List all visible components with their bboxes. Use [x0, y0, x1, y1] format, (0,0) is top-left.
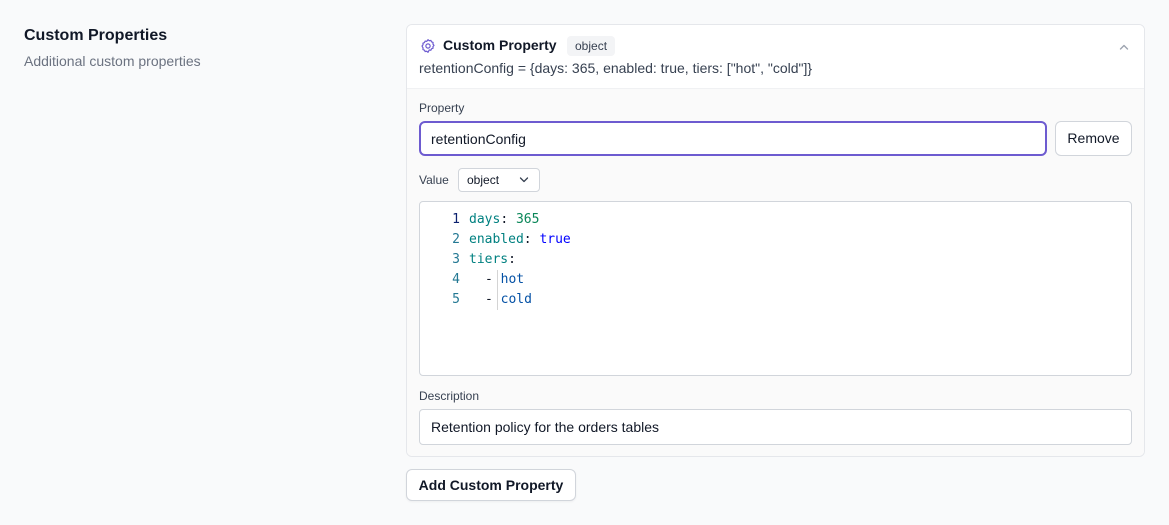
chevron-up-icon[interactable]: [1118, 41, 1130, 53]
description-input[interactable]: [419, 409, 1132, 445]
code-line: 2 enabled: true: [420, 230, 1131, 250]
code-line: 3 tiers:: [420, 250, 1131, 270]
line-number: 3: [452, 252, 460, 267]
line-number: 5: [452, 292, 460, 307]
value-type-select[interactable]: object: [458, 168, 540, 192]
code-separator: :: [523, 232, 540, 247]
value-code-editor[interactable]: 1 days: 365 2 enabled: true 3 tiers: 4 -…: [419, 201, 1132, 376]
section-subtitle: Additional custom properties: [24, 53, 201, 69]
code-line: 4 - hot: [420, 270, 1131, 290]
value-type-selected: object: [467, 173, 500, 187]
code-content: - cold: [485, 290, 532, 310]
code-key: enabled: [469, 232, 524, 247]
custom-property-card: Custom Property object retentionConfig =…: [406, 24, 1145, 457]
code-value: true: [539, 232, 571, 247]
line-number: 4: [452, 272, 460, 287]
code-key: days: [469, 212, 501, 227]
property-summary: retentionConfig = {days: 365, enabled: t…: [419, 60, 813, 76]
value-label: Value: [419, 173, 449, 187]
card-header[interactable]: Custom Property object retentionConfig =…: [407, 25, 1144, 89]
line-number: 1: [452, 212, 460, 227]
property-name-input[interactable]: [419, 121, 1047, 156]
add-custom-property-button[interactable]: Add Custom Property: [406, 469, 576, 501]
code-value: cold: [500, 292, 532, 307]
code-content: enabled: true: [469, 230, 571, 250]
code-content: - hot: [485, 270, 524, 290]
code-separator: :: [508, 252, 516, 267]
code-dash: -: [485, 272, 501, 287]
chevron-down-icon: [519, 177, 529, 183]
code-value: 365: [515, 212, 540, 227]
code-separator: :: [500, 212, 516, 227]
code-content: tiers:: [469, 250, 516, 270]
line-number: 2: [452, 232, 460, 247]
remove-button[interactable]: Remove: [1055, 121, 1132, 156]
description-label: Description: [419, 389, 480, 403]
gear-icon: [421, 39, 435, 53]
property-card-title: Custom Property: [443, 37, 557, 53]
code-key: tiers: [469, 252, 509, 267]
code-value: hot: [500, 272, 525, 287]
type-badge: object: [567, 36, 616, 56]
property-label: Property: [419, 101, 465, 115]
code-line: 5 - cold: [420, 290, 1131, 310]
code-dash: -: [485, 292, 501, 307]
code-content: days: 365: [469, 210, 539, 230]
code-line: 1 days: 365: [420, 210, 1131, 230]
section-title: Custom Properties: [24, 27, 168, 44]
